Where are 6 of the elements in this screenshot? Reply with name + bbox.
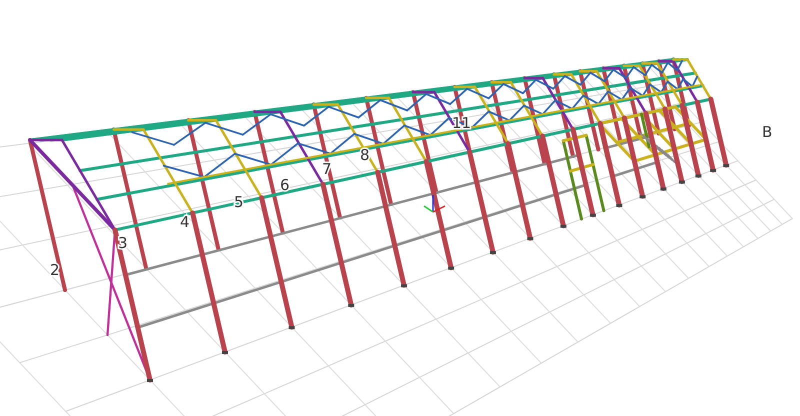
grid-axis-label: B	[762, 123, 772, 141]
grid-axis-label: 4	[180, 213, 190, 231]
grid-axis-label: 6	[280, 176, 290, 194]
grid-axis-label: 8	[360, 146, 370, 164]
axis-gizmo-icon	[424, 195, 446, 213]
grid-axis-label: 2	[50, 261, 60, 279]
